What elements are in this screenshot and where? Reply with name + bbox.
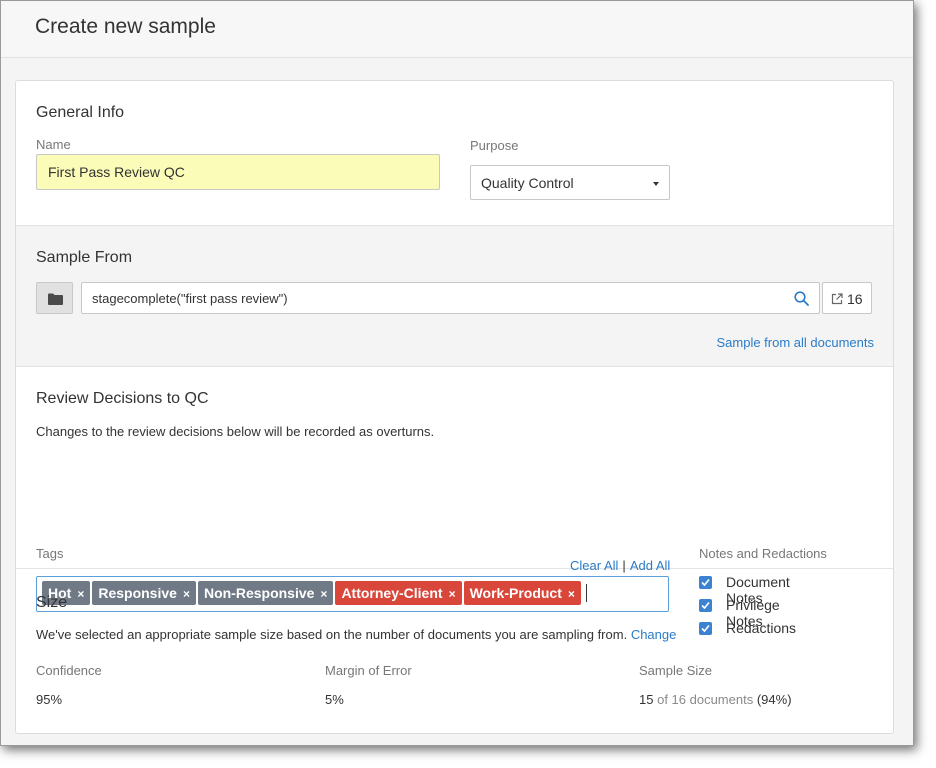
review-decisions-title: Review Decisions to QC (36, 390, 209, 407)
dialog-header: Create new sample (1, 1, 913, 58)
name-label: Name (36, 137, 71, 152)
dialog-title: Create new sample (35, 15, 216, 38)
search-query-text: stagecomplete("first pass review") (92, 291, 288, 306)
purpose-label: Purpose (470, 138, 519, 153)
general-info-section: General Info Name First Pass Review QC P… (16, 81, 893, 226)
purpose-select[interactable]: Quality Control (470, 165, 670, 200)
external-link-icon (831, 293, 843, 305)
sample-size-value: 15 of 16 documents (94%) (639, 692, 792, 707)
sample-from-section: Sample From stagecomplete("first pass re… (16, 226, 893, 367)
caret-down-icon (653, 182, 659, 186)
sample-from-all-documents-link[interactable]: Sample from all documents (716, 335, 874, 350)
document-count: 16 (847, 291, 863, 307)
size-title: Size (36, 594, 68, 611)
confidence-value: 95% (36, 692, 63, 707)
size-description-text: We've selected an appropriate sample siz… (36, 627, 628, 642)
general-info-title: General Info (36, 104, 125, 121)
margin-of-error-label: Margin of Error (325, 663, 412, 678)
margin-of-error-value: 5% (325, 692, 344, 707)
sample-size-label: Sample Size (639, 663, 712, 678)
size-section: Size We've selected an appropriate sampl… (16, 569, 893, 735)
review-decisions-section: Review Decisions to QC Changes to the re… (16, 367, 893, 636)
folder-button[interactable] (36, 282, 73, 314)
sample-percent: (94%) (756, 692, 792, 707)
search-query-input[interactable]: stagecomplete("first pass review") (81, 282, 820, 314)
sample-of-documents: of 16 documents (657, 692, 754, 707)
sample-form-card: General Info Name First Pass Review QC P… (15, 80, 894, 734)
document-count-button[interactable]: 16 (822, 282, 872, 314)
confidence-label: Confidence (36, 663, 102, 678)
tags-label: Tags (36, 546, 64, 561)
purpose-select-value: Quality Control (481, 175, 574, 191)
change-size-link[interactable]: Change (631, 627, 677, 642)
size-description: We've selected an appropriate sample siz… (36, 627, 676, 642)
name-field[interactable]: First Pass Review QC (36, 154, 440, 190)
sample-from-title: Sample From (36, 249, 133, 266)
folder-icon (48, 293, 63, 305)
dialog-window: Create new sample General Info Name Firs… (0, 0, 914, 746)
review-description: Changes to the review decisions below wi… (36, 424, 435, 439)
search-icon[interactable] (794, 291, 809, 306)
notes-redactions-label: Notes and Redactions (699, 546, 827, 561)
sample-count: 15 (639, 692, 654, 707)
